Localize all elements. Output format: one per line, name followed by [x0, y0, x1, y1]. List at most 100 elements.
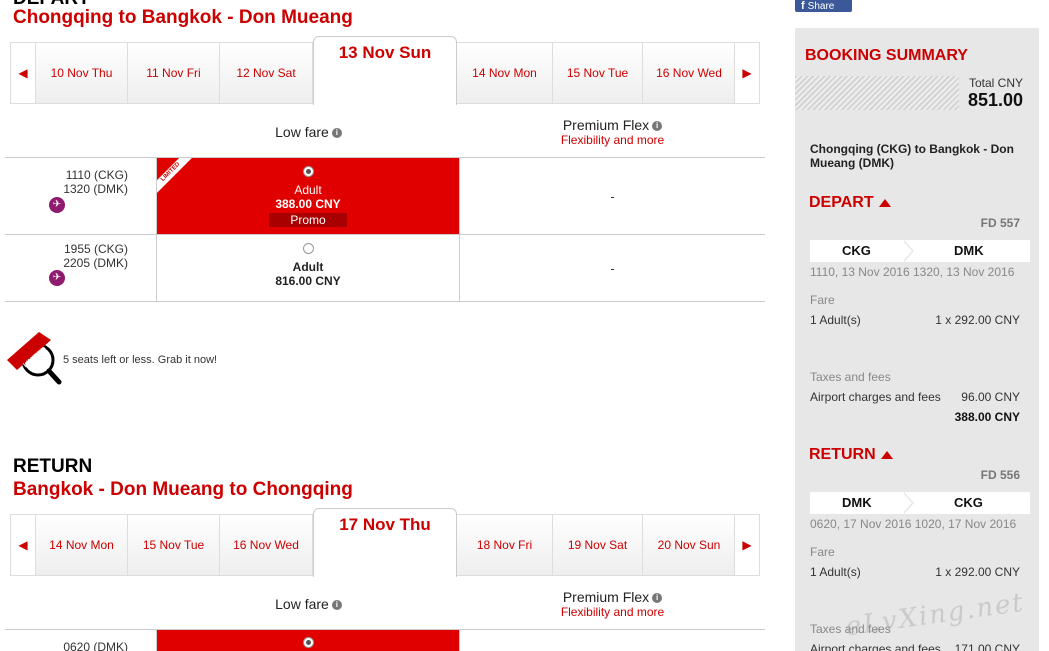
airport-charges-amount: 96.00 CNY [961, 390, 1020, 404]
airport-charges-label: Airport charges and fees [810, 642, 941, 651]
premium-flex-header: Premium Flex i [460, 589, 765, 605]
limited-seats-note: 5 seats left or less. Grab it now! [63, 354, 218, 366]
depart-airports: CKG DMK [810, 240, 1030, 262]
return-heading: RETURN [13, 456, 93, 477]
low-fare-header: Low fare i [157, 124, 460, 140]
destination-code: CKG [954, 495, 983, 510]
info-icon[interactable]: i [331, 600, 342, 611]
facebook-icon: f [801, 0, 805, 12]
depart-day-tab[interactable]: 12 Nov Sat [220, 43, 313, 103]
premium-flex-label: Premium Flex [562, 589, 650, 605]
fare-amount: 1 x 292.00 CNY [935, 313, 1020, 327]
depart-day-tab[interactable]: 14 Nov Mon [457, 43, 553, 103]
premium-flex-cell: - [610, 260, 615, 276]
fare-label: Fare [810, 293, 835, 307]
low-fare-label: Low fare [275, 124, 329, 140]
destination-code: DMK [954, 243, 984, 258]
passenger-type: Adult [294, 183, 322, 197]
low-fare-option[interactable]: Adult 816.00 CNY [157, 235, 460, 301]
summary-return-toggle[interactable]: RETURN [809, 446, 893, 464]
return-day-tab[interactable]: 15 Nov Tue [128, 515, 220, 575]
fare-radio[interactable] [302, 243, 314, 254]
page: DEPART Chongqing to Bangkok - Don Mueang… [0, 0, 1049, 651]
fare-radio-selected[interactable] [302, 637, 314, 648]
airport-charges-amount: 171.00 CNY [954, 642, 1020, 651]
fare-price: 816.00 CNY [275, 274, 341, 288]
fare-label: Fare [810, 545, 835, 559]
booking-summary-panel: BOOKING SUMMARY Total CNY 851.00 Chongqi… [795, 28, 1039, 651]
return-flight-number: FD 556 [980, 468, 1020, 482]
depart-day-tab[interactable]: 10 Nov Thu [36, 43, 128, 103]
flight-times: 1110 (CKG) 1320 (DMK) ✈ [5, 158, 157, 234]
depart-flight-number: FD 557 [980, 216, 1020, 230]
summary-depart-toggle[interactable]: DEPART [809, 194, 891, 212]
total-box: Total CNY 851.00 [959, 76, 1029, 110]
fare-price: 388.00 CNY [275, 197, 341, 211]
passenger-type: Adult [292, 260, 324, 274]
total-amount: 851.00 [967, 90, 1023, 110]
flight-details-icon[interactable]: ✈ [49, 270, 65, 286]
summary-depart-label: DEPART [809, 194, 874, 211]
flight-row: 1955 (CKG) 2205 (DMK) ✈ Adult 816.00 CNY… [5, 234, 765, 302]
departure-time: 0620 (DMK) [63, 640, 128, 651]
flight-details-icon[interactable]: ✈ [49, 197, 65, 213]
premium-flex-sublink[interactable]: Flexibility and more [460, 133, 765, 147]
booking-summary-title: BOOKING SUMMARY [805, 47, 968, 64]
return-day-tab-selected[interactable]: 17 Nov Thu [313, 508, 457, 577]
arrival-time: 2205 (DMK) [63, 256, 128, 270]
prev-dates-arrow-icon[interactable]: ◀ [11, 43, 36, 103]
depart-times: 1110, 13 Nov 2016 1320, 13 Nov 2016 [810, 265, 1015, 279]
fare-radio-selected[interactable] [302, 166, 314, 177]
low-fare-option-selected[interactable]: LIMITED Adult 388.00 CNY Promo [157, 158, 460, 234]
info-icon[interactable]: i [652, 121, 663, 132]
info-icon[interactable]: i [331, 128, 342, 139]
next-dates-arrow-icon[interactable]: ▶ [734, 43, 759, 103]
info-icon[interactable]: i [652, 593, 663, 604]
flight-times: 1955 (CKG) 2205 (DMK) ✈ [5, 235, 157, 301]
premium-flex-header: Premium Flex i [460, 117, 765, 133]
departure-time: 1110 (CKG) [65, 168, 128, 182]
limited-magnifier-icon: LIMITED [7, 332, 62, 385]
return-date-strip: ◀ 14 Nov Mon 15 Nov Tue 16 Nov Wed 17 No… [10, 508, 760, 577]
facebook-share-button[interactable]: f Share [795, 0, 852, 12]
collapse-arrow-icon [880, 450, 893, 459]
route-chevron-fill [902, 240, 912, 262]
taxes-label: Taxes and fees [810, 370, 891, 384]
promo-badge: Promo [269, 213, 347, 227]
low-fare-label: Low fare [275, 596, 329, 612]
low-fare-header: Low fare i [157, 596, 460, 612]
premium-flex-cell: - [610, 188, 615, 204]
depart-day-tab[interactable]: 15 Nov Tue [553, 43, 643, 103]
total-price-bar: Total CNY 851.00 [795, 76, 1029, 110]
prev-dates-arrow-icon[interactable]: ◀ [11, 515, 36, 575]
adult-count: 1 Adult(s) [810, 565, 861, 579]
origin-code: DMK [842, 495, 872, 510]
depart-day-tab[interactable]: 11 Nov Fri [128, 43, 220, 103]
return-day-tab[interactable]: 19 Nov Sat [553, 515, 643, 575]
depart-route-title: Chongqing to Bangkok - Don Mueang [13, 7, 353, 28]
share-label: Share [807, 1, 835, 12]
return-day-tab[interactable]: 18 Nov Fri [457, 515, 553, 575]
return-route-title: Bangkok - Don Mueang to Chongqing [13, 479, 353, 500]
premium-flex-sublink[interactable]: Flexibility and more [460, 605, 765, 619]
depart-day-tab-selected[interactable]: 13 Nov Sun [313, 36, 457, 105]
return-airports: DMK CKG [810, 492, 1030, 514]
fare-amount: 1 x 292.00 CNY [935, 565, 1020, 579]
low-fare-option-selected[interactable] [157, 630, 460, 651]
origin-code: CKG [842, 243, 871, 258]
return-day-tab[interactable]: 16 Nov Wed [220, 515, 313, 575]
next-dates-arrow-icon[interactable]: ▶ [734, 515, 759, 575]
depart-date-strip: ◀ 10 Nov Thu 11 Nov Fri 12 Nov Sat 13 No… [10, 36, 760, 105]
summary-return-label: RETURN [809, 446, 876, 463]
depart-subtotal: 388.00 CNY [954, 410, 1020, 424]
airport-charges-label: Airport charges and fees [810, 390, 941, 404]
return-times: 0620, 17 Nov 2016 1020, 17 Nov 2016 [810, 517, 1017, 531]
return-day-tab[interactable]: 14 Nov Mon [36, 515, 128, 575]
departure-time: 1955 (CKG) [63, 242, 128, 256]
total-label: Total CNY [968, 76, 1023, 90]
premium-flex-label: Premium Flex [562, 117, 650, 133]
adult-count: 1 Adult(s) [810, 313, 861, 327]
depart-day-tab[interactable]: 16 Nov Wed [643, 43, 736, 103]
return-day-tab[interactable]: 20 Nov Sun [643, 515, 736, 575]
collapse-arrow-icon [878, 198, 891, 207]
